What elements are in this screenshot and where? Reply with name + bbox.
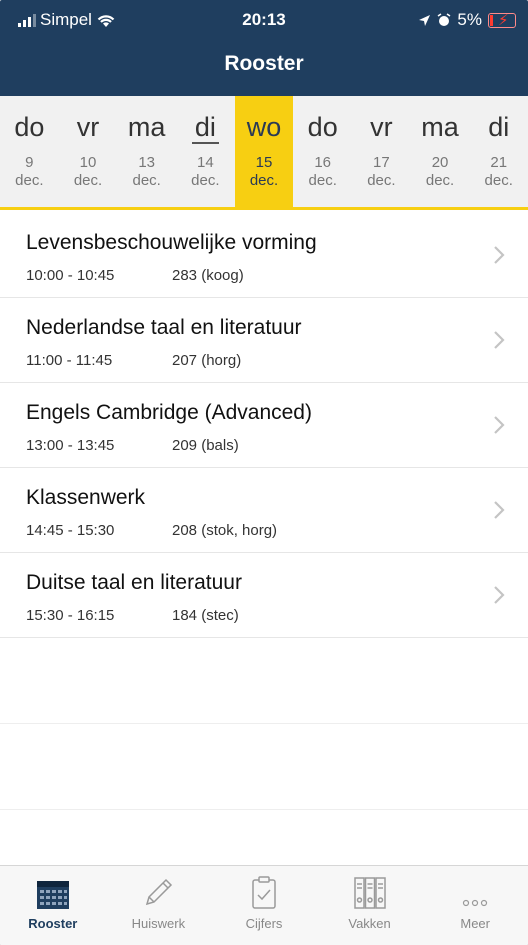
day-month: dec. xyxy=(191,172,220,189)
day-number: 20 xyxy=(431,154,449,171)
pencil-icon xyxy=(146,878,173,906)
day-item[interactable]: ma 13 dec. xyxy=(117,96,176,207)
lesson-row[interactable]: Nederlandse taal en literatuur 11:00 - 1… xyxy=(0,298,528,383)
day-month: dec. xyxy=(484,172,513,189)
chevron-right-icon xyxy=(494,586,505,604)
tab-label: Huiswerk xyxy=(131,916,186,931)
tab-meer[interactable]: Meer xyxy=(422,866,528,945)
lesson-row[interactable]: Engels Cambridge (Advanced) 13:00 - 13:4… xyxy=(0,383,528,468)
day-number: 16 xyxy=(314,154,332,171)
day-item[interactable]: vr 10 dec. xyxy=(59,96,118,207)
lesson-row[interactable]: Levensbeschouwelijke vorming 10:00 - 10:… xyxy=(0,213,528,298)
day-item-selected[interactable]: wo 15 dec. xyxy=(234,96,294,207)
lesson-room: 209 (bals) xyxy=(172,437,239,454)
day-number: 9 xyxy=(25,154,34,171)
day-name-text: di xyxy=(191,112,219,144)
alarm-icon xyxy=(438,13,451,26)
lesson-row[interactable]: Duitse taal en literatuur 15:30 - 16:15 … xyxy=(0,553,528,638)
day-item[interactable]: do 16 dec. xyxy=(293,96,352,207)
tab-huiswerk[interactable]: Huiswerk xyxy=(106,866,212,945)
lesson-subject: Levensbeschouwelijke vorming xyxy=(26,231,317,254)
day-item[interactable]: vr 17 dec. xyxy=(352,96,411,207)
app-screen: Simpel 20:13 5% ⚡ Rooster do 9 dec. vr 1… xyxy=(0,0,528,945)
day-name: ma xyxy=(127,112,166,142)
navigation-header: Simpel 20:13 5% ⚡ Rooster xyxy=(0,0,528,96)
lesson-room: 184 (stec) xyxy=(172,607,239,624)
day-number: 17 xyxy=(373,154,390,171)
chevron-right-icon xyxy=(494,416,505,434)
day-name: vr xyxy=(370,112,393,142)
day-name: wo xyxy=(246,112,282,142)
lesson-subject: Engels Cambridge (Advanced) xyxy=(26,401,312,424)
tab-cijfers[interactable]: Cijfers xyxy=(211,866,317,945)
day-month: dec. xyxy=(132,172,161,189)
tab-label: Cijfers xyxy=(245,916,283,931)
binders-icon xyxy=(353,877,386,909)
lesson-time: 11:00 - 11:45 xyxy=(26,352,113,369)
chevron-right-icon xyxy=(494,246,505,264)
chevron-right-icon xyxy=(494,331,505,349)
day-item[interactable]: di 21 dec. xyxy=(469,96,528,207)
day-month: dec. xyxy=(367,172,396,189)
day-month: dec. xyxy=(249,172,279,189)
tab-bar: Rooster Huiswerk Cijfers Vakken Meer xyxy=(0,865,528,945)
day-month: dec. xyxy=(15,172,44,189)
day-number: 15 xyxy=(255,154,273,171)
day-name: do xyxy=(14,112,45,142)
day-name: ma xyxy=(421,112,459,142)
lesson-row[interactable]: Klassenwerk 14:45 - 15:30 208 (stok, hor… xyxy=(0,468,528,553)
day-month: dec. xyxy=(425,172,455,189)
day-number: 10 xyxy=(79,154,97,171)
empty-row xyxy=(0,638,528,724)
day-name: do xyxy=(307,112,338,142)
lesson-subject: Klassenwerk xyxy=(26,486,146,509)
day-item[interactable]: ma 20 dec. xyxy=(411,96,470,207)
lesson-time: 14:45 - 15:30 xyxy=(26,522,115,539)
lesson-time: 10:00 - 10:45 xyxy=(26,267,115,284)
lesson-room: 207 (horg) xyxy=(172,352,242,369)
day-number: 21 xyxy=(490,154,508,171)
chevron-right-icon xyxy=(494,501,505,519)
lesson-subject: Nederlandse taal en literatuur xyxy=(26,316,302,339)
more-dots-icon xyxy=(463,899,488,907)
tab-rooster[interactable]: Rooster xyxy=(0,866,106,945)
tab-vakken[interactable]: Vakken xyxy=(317,866,423,945)
location-arrow-icon xyxy=(419,14,431,26)
lesson-subject: Duitse taal en literatuur xyxy=(26,571,242,594)
day-selector: do 9 dec. vr 10 dec. ma 13 dec. di 14 de… xyxy=(0,96,528,210)
checklist-icon xyxy=(252,876,276,909)
day-number: 13 xyxy=(138,154,156,171)
page-title: Rooster xyxy=(224,52,304,75)
tab-label: Meer xyxy=(460,916,490,931)
empty-row xyxy=(0,724,528,810)
battery-percentage: 5% xyxy=(457,10,482,29)
day-item-today[interactable]: di 14 dec. xyxy=(176,96,235,207)
day-month: dec. xyxy=(308,172,337,189)
day-name: vr xyxy=(76,112,100,142)
lesson-room: 208 (stok, horg) xyxy=(172,522,278,539)
lesson-list: Levensbeschouwelijke vorming 10:00 - 10:… xyxy=(0,213,528,810)
day-name: di xyxy=(176,110,235,144)
day-name: di xyxy=(488,112,510,142)
lesson-room: 283 (koog) xyxy=(172,267,244,284)
tab-label: Vakken xyxy=(348,916,391,931)
day-month: dec. xyxy=(73,172,103,189)
day-number: 14 xyxy=(197,154,214,171)
day-item[interactable]: do 9 dec. xyxy=(0,96,59,207)
calendar-grid-icon xyxy=(36,881,69,909)
status-bar: Simpel 20:13 5% ⚡ xyxy=(0,0,528,38)
battery-icon: ⚡ xyxy=(488,12,516,29)
lesson-time: 13:00 - 13:45 xyxy=(26,437,115,454)
lesson-time: 15:30 - 16:15 xyxy=(26,607,115,624)
status-right: 5% ⚡ xyxy=(418,10,516,30)
tab-label: Rooster xyxy=(28,916,78,931)
